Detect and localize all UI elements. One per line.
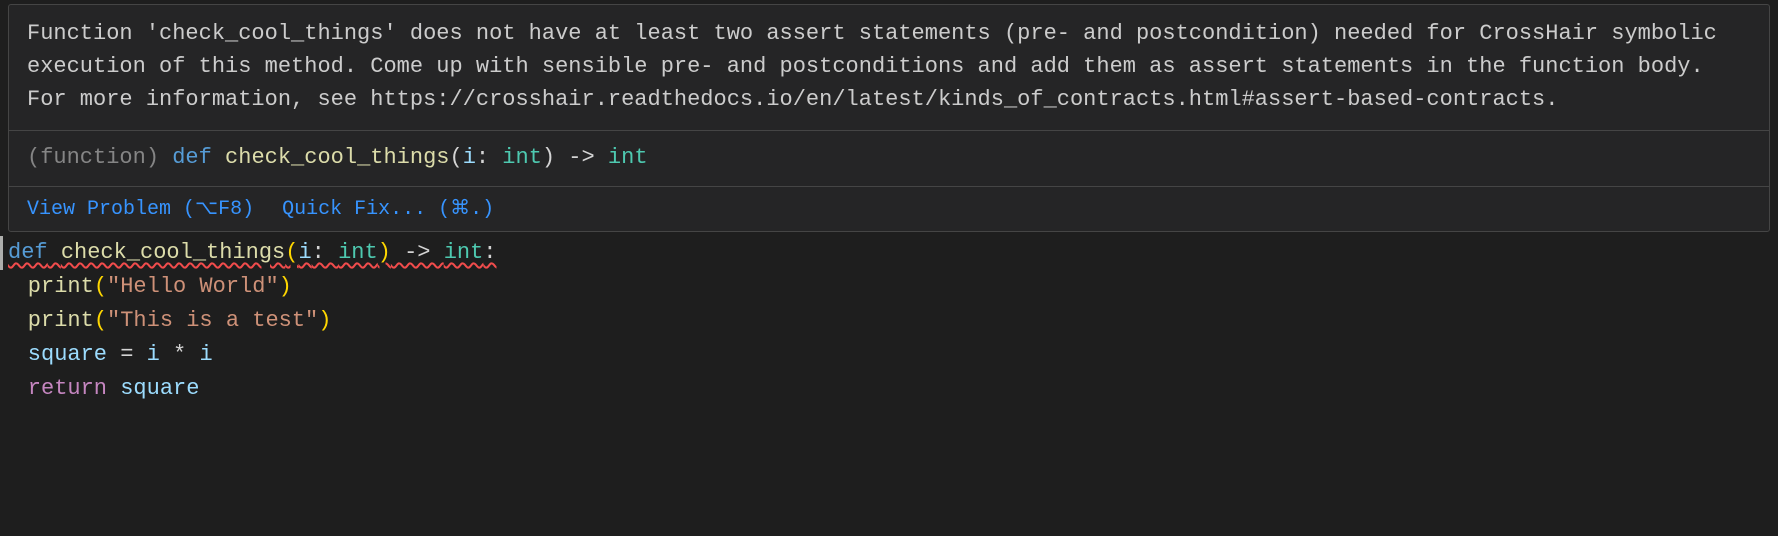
signature-def: def bbox=[172, 145, 212, 170]
signature-kind: (function) bbox=[27, 145, 172, 170]
code-line-print1[interactable]: print("Hello World") bbox=[8, 270, 1778, 304]
code-line-assign[interactable]: square = i * i bbox=[8, 338, 1778, 372]
text-cursor bbox=[0, 236, 3, 270]
hover-problem-message: Function 'check_cool_things' does not ha… bbox=[9, 5, 1769, 131]
signature-param-type: int bbox=[502, 145, 542, 170]
code-line-return[interactable]: return square bbox=[8, 372, 1778, 406]
code-line-def[interactable]: def check_cool_things(i: int) -> int: bbox=[8, 236, 1778, 270]
error-squiggle: def check_cool_things(i: int) -> int: bbox=[8, 240, 497, 265]
view-problem-link[interactable]: View Problem (⌥F8) bbox=[27, 195, 254, 221]
code-line-print2[interactable]: print("This is a test") bbox=[8, 304, 1778, 338]
signature-param: i bbox=[463, 145, 476, 170]
quick-fix-link[interactable]: Quick Fix... (⌘.) bbox=[282, 195, 494, 221]
hover-tooltip: Function 'check_cool_things' does not ha… bbox=[8, 4, 1770, 232]
signature-return-type: int bbox=[608, 145, 648, 170]
hover-actions: View Problem (⌥F8) Quick Fix... (⌘.) bbox=[9, 187, 1769, 231]
code-editor[interactable]: def check_cool_things(i: int) -> int: pr… bbox=[0, 232, 1778, 406]
hover-signature: (function) def check_cool_things(i: int)… bbox=[9, 131, 1769, 187]
signature-name: check_cool_things bbox=[225, 145, 449, 170]
